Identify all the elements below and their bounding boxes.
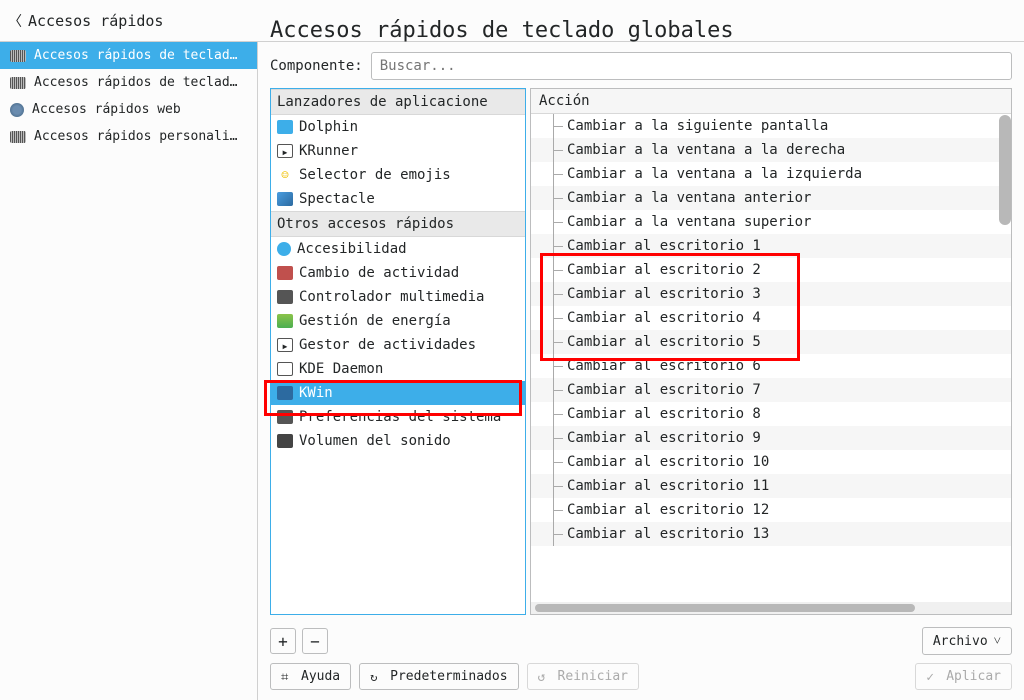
component-item-media[interactable]: Controlador multimedia: [271, 285, 525, 309]
scrollbar-thumb[interactable]: [535, 604, 915, 612]
keyboard-icon: [10, 77, 26, 89]
component-item-accessibility[interactable]: Accesibilidad: [271, 237, 525, 261]
component-item-power[interactable]: Gestión de energía: [271, 309, 525, 333]
activity-icon: [277, 266, 293, 280]
action-row[interactable]: Cambiar al escritorio 11: [531, 474, 1011, 498]
apply-button: Aplicar: [915, 663, 1012, 690]
component-item-emoji[interactable]: ☺Selector de emojis: [271, 163, 525, 187]
emoji-icon: ☺: [277, 168, 293, 182]
settings-icon: [277, 410, 293, 424]
sidebar: Accesos rápidos de teclad… Accesos rápid…: [0, 42, 258, 700]
action-row[interactable]: Cambiar al escritorio 2: [531, 258, 1011, 282]
action-row[interactable]: Cambiar al escritorio 9: [531, 426, 1011, 450]
help-icon: [281, 670, 295, 684]
horizontal-scrollbar[interactable]: [531, 602, 1011, 614]
action-row[interactable]: Cambiar a la siguiente pantalla: [531, 114, 1011, 138]
sidebar-item-shortcuts-web[interactable]: Accesos rápidos web: [0, 96, 257, 123]
action-row[interactable]: Cambiar a la ventana anterior: [531, 186, 1011, 210]
sidebar-item-label: Accesos rápidos de teclad…: [34, 48, 238, 63]
component-item-activities[interactable]: ▸Gestor de actividades: [271, 333, 525, 357]
folder-icon: [277, 120, 293, 134]
actions-pane: Acción Cambiar a la siguiente pantallaCa…: [530, 88, 1012, 615]
component-item-kde-daemon[interactable]: KDE Daemon: [271, 357, 525, 381]
chevron-left-icon: 〈: [8, 11, 22, 31]
apply-icon: [926, 670, 940, 684]
page-title: Accesos rápidos de teclado globales: [270, 18, 734, 43]
component-label: Componente:: [270, 58, 363, 74]
action-row[interactable]: Cambiar a la ventana a la derecha: [531, 138, 1011, 162]
action-row[interactable]: Cambiar al escritorio 1: [531, 234, 1011, 258]
component-item-volume[interactable]: Volumen del sonido: [271, 429, 525, 453]
action-row[interactable]: Cambiar al escritorio 13: [531, 522, 1011, 546]
power-icon: [277, 314, 293, 328]
run-icon: ▸: [277, 144, 293, 158]
action-row[interactable]: Cambiar al escritorio 10: [531, 450, 1011, 474]
component-item-activity-switch[interactable]: Cambio de actividad: [271, 261, 525, 285]
accessibility-icon: [277, 242, 291, 256]
daemon-icon: [277, 362, 293, 376]
component-item-systemsettings[interactable]: Preferencias del sistema: [271, 405, 525, 429]
help-button[interactable]: Ayuda: [270, 663, 351, 690]
sidebar-item-label: Accesos rápidos personali…: [34, 129, 238, 144]
component-list[interactable]: Lanzadores de aplicacione Dolphin ▸KRunn…: [270, 88, 526, 615]
actions-column-header[interactable]: Acción: [531, 89, 1011, 114]
sidebar-item-shortcuts-standard[interactable]: Accesos rápidos de teclad…: [0, 69, 257, 96]
back-button[interactable]: 〈 Accesos rápidos: [8, 11, 163, 31]
action-row[interactable]: Cambiar al escritorio 8: [531, 402, 1011, 426]
keyboard-icon: [10, 131, 26, 143]
sidebar-item-shortcuts-global[interactable]: Accesos rápidos de teclad…: [0, 42, 257, 69]
activities-icon: ▸: [277, 338, 293, 352]
action-row[interactable]: Cambiar a la ventana superior: [531, 210, 1011, 234]
action-row[interactable]: Cambiar al escritorio 5: [531, 330, 1011, 354]
search-input[interactable]: [371, 52, 1012, 80]
file-menu-button[interactable]: Archivo: [922, 627, 1012, 655]
sidebar-item-label: Accesos rápidos web: [32, 102, 181, 117]
action-row[interactable]: Cambiar a la ventana a la izquierda: [531, 162, 1011, 186]
category-header: Lanzadores de aplicacione: [271, 89, 525, 115]
back-label: Accesos rápidos: [28, 12, 163, 30]
component-item-krunner[interactable]: ▸KRunner: [271, 139, 525, 163]
keyboard-icon: [10, 50, 26, 62]
action-row[interactable]: Cambiar al escritorio 7: [531, 378, 1011, 402]
defaults-icon: [370, 670, 384, 684]
action-row[interactable]: Cambiar al escritorio 12: [531, 498, 1011, 522]
remove-button[interactable]: −: [302, 628, 328, 654]
kwin-icon: [277, 386, 293, 400]
sidebar-item-label: Accesos rápidos de teclad…: [34, 75, 238, 90]
category-header: Otros accesos rápidos: [271, 211, 525, 237]
action-row[interactable]: Cambiar al escritorio 6: [531, 354, 1011, 378]
action-row[interactable]: Cambiar al escritorio 3: [531, 282, 1011, 306]
reset-button: Reiniciar: [527, 663, 639, 690]
component-item-dolphin[interactable]: Dolphin: [271, 115, 525, 139]
vertical-scrollbar[interactable]: [999, 115, 1011, 225]
defaults-button[interactable]: Predeterminados: [359, 663, 518, 690]
action-row[interactable]: Cambiar al escritorio 4: [531, 306, 1011, 330]
add-button[interactable]: +: [270, 628, 296, 654]
reset-icon: [538, 670, 552, 684]
component-item-kwin[interactable]: KWin: [271, 381, 525, 405]
globe-icon: [10, 103, 24, 117]
media-icon: [277, 290, 293, 304]
spectacle-icon: [277, 192, 293, 206]
volume-icon: [277, 434, 293, 448]
actions-list[interactable]: Cambiar a la siguiente pantallaCambiar a…: [531, 114, 1011, 600]
sidebar-item-shortcuts-custom[interactable]: Accesos rápidos personali…: [0, 123, 257, 150]
component-item-spectacle[interactable]: Spectacle: [271, 187, 525, 211]
